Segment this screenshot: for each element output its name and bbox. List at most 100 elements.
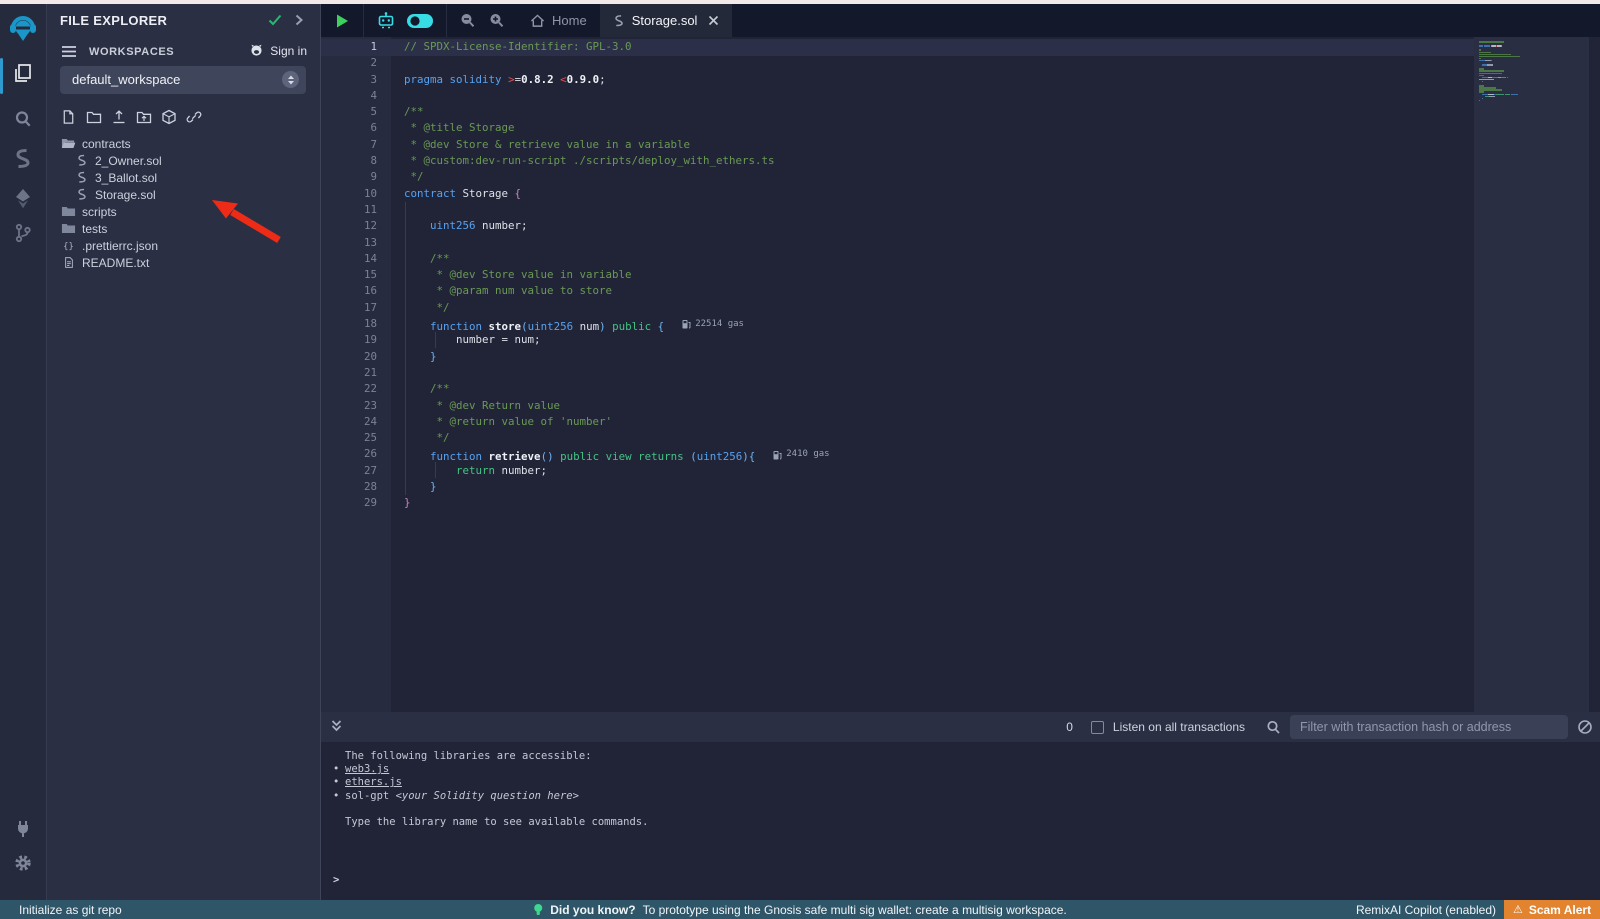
listen-checkbox[interactable] xyxy=(1091,721,1104,734)
code-line[interactable]: * @custom:dev-run-script ./scripts/deplo… xyxy=(404,153,830,169)
search-icon xyxy=(13,109,33,129)
code-line[interactable]: /** xyxy=(404,381,830,397)
ai-robot-icon[interactable] xyxy=(376,11,396,31)
code-line[interactable]: * @return value of 'number' xyxy=(404,414,830,430)
lightbulb-icon xyxy=(533,903,543,917)
code-line[interactable]: contract Storage { xyxy=(404,186,830,202)
code-line[interactable]: function store(uint256 num) public {2251… xyxy=(404,316,830,332)
upload-folder-icon[interactable] xyxy=(135,108,152,125)
editor-tab-bar: Home Storage.sol xyxy=(321,4,1600,37)
code-line[interactable]: } xyxy=(404,479,830,495)
collapse-terminal-icon[interactable] xyxy=(330,719,343,733)
sidebar-item-settings[interactable] xyxy=(0,846,46,880)
tree-item-storage-sol[interactable]: Storage.sol xyxy=(47,186,320,203)
workspace-name: default_workspace xyxy=(72,72,180,87)
terminal-link[interactable]: web3.js xyxy=(345,763,389,775)
tree-item--prettierrc-json[interactable]: {}.prettierrc.json xyxy=(47,237,320,254)
clear-filter-icon[interactable] xyxy=(1577,719,1593,735)
minimap-line xyxy=(1479,45,1501,47)
hamburger-menu-icon[interactable] xyxy=(61,45,77,58)
scam-alert-button[interactable]: ⚠ Scam Alert xyxy=(1504,900,1600,919)
code-line[interactable] xyxy=(404,55,830,71)
zoom-out-icon[interactable] xyxy=(459,12,476,29)
workspaces-label: WORKSPACES xyxy=(89,46,174,58)
terminal[interactable]: The following libraries are accessible:•… xyxy=(321,742,1600,900)
close-tab-icon[interactable] xyxy=(708,15,719,26)
tab-label: Home xyxy=(552,13,587,28)
sidebar-item-file-explorer[interactable] xyxy=(0,56,46,90)
copilot-status[interactable]: RemixAI Copilot (enabled) xyxy=(1356,903,1496,917)
code-line[interactable]: * @dev Return value xyxy=(404,398,830,414)
terminal-line: •web3.js xyxy=(333,763,648,776)
code-line[interactable]: } xyxy=(404,349,830,365)
code-editor[interactable]: 1234567891011121314151617181920212223242… xyxy=(321,37,1600,712)
tree-item-readme-txt[interactable]: README.txt xyxy=(47,254,320,271)
sidebar-item-git[interactable] xyxy=(0,216,46,250)
upload-file-icon[interactable] xyxy=(110,108,127,125)
remix-logo[interactable] xyxy=(0,8,46,48)
sidebar-item-solidity-compiler[interactable] xyxy=(0,142,46,176)
new-folder-icon[interactable] xyxy=(85,108,102,125)
code-line[interactable] xyxy=(404,202,830,218)
code-line[interactable]: * @dev Store & retrieve value in a varia… xyxy=(404,137,830,153)
code-line[interactable]: pragma solidity >=0.8.2 <0.9.0; xyxy=(404,72,830,88)
sidebar-item-search[interactable] xyxy=(0,102,46,136)
check-icon xyxy=(268,14,282,26)
code-line[interactable]: } xyxy=(404,495,830,511)
tree-item-contracts[interactable]: contracts xyxy=(47,135,320,152)
workspace-select[interactable]: default_workspace xyxy=(60,66,306,94)
code-line[interactable]: * @title Storage xyxy=(404,120,830,136)
tree-item-3-ballot-sol[interactable]: 3_Ballot.sol xyxy=(47,169,320,186)
terminal-search-icon[interactable] xyxy=(1266,720,1281,735)
code-line[interactable] xyxy=(404,365,830,381)
git-init-button[interactable]: Initialize as git repo xyxy=(19,903,122,917)
sign-in-button[interactable]: Sign in xyxy=(249,43,307,58)
minimap[interactable] xyxy=(1474,37,1589,712)
terminal-line: •ethers.js xyxy=(333,776,648,789)
code-line[interactable]: number = num; xyxy=(404,332,830,348)
code-line[interactable] xyxy=(404,235,830,251)
box-icon[interactable] xyxy=(160,108,177,125)
code-area[interactable]: // SPDX-License-Identifier: GPL-3.0 pragm… xyxy=(391,39,830,512)
code-line[interactable]: */ xyxy=(404,300,830,316)
code-line[interactable]: /** xyxy=(404,104,830,120)
gas-estimate-badge: 2410 gas xyxy=(773,446,829,462)
tree-item-label: tests xyxy=(82,222,107,236)
code-line[interactable]: /** xyxy=(404,251,830,267)
sidebar-item-deploy-and-run[interactable] xyxy=(0,182,46,216)
minimap-line xyxy=(1479,100,1480,102)
code-line[interactable]: return number; xyxy=(404,463,830,479)
terminal-header: 0 Listen on all transactions xyxy=(321,712,1600,742)
listen-label[interactable]: Listen on all transactions xyxy=(1113,720,1245,734)
code-line[interactable]: uint256 number; xyxy=(404,218,830,234)
code-line[interactable]: * @param num value to store xyxy=(404,283,830,299)
code-line[interactable]: */ xyxy=(404,430,830,446)
terminal-prompt[interactable]: > xyxy=(333,874,339,886)
link-icon[interactable] xyxy=(185,108,202,125)
solidity-file-icon xyxy=(74,171,89,184)
github-icon xyxy=(249,43,264,58)
sidebar-item-plugin-manager[interactable] xyxy=(0,812,46,846)
chevron-right-icon[interactable] xyxy=(294,14,304,26)
transaction-filter-input[interactable] xyxy=(1290,715,1568,739)
code-line[interactable] xyxy=(404,88,830,104)
new-file-icon[interactable] xyxy=(60,108,77,125)
ai-copilot-group xyxy=(363,4,447,37)
tree-item-scripts[interactable]: scripts xyxy=(47,203,320,220)
workspace-select-toggle-icon[interactable] xyxy=(282,71,299,88)
run-script-button[interactable] xyxy=(321,4,363,37)
folder-open-icon xyxy=(61,136,76,151)
code-line[interactable]: // SPDX-License-Identifier: GPL-3.0 xyxy=(404,39,830,55)
code-line[interactable]: */ xyxy=(404,169,830,185)
tab-storage-sol[interactable]: Storage.sol xyxy=(600,4,733,37)
tree-item-2-owner-sol[interactable]: 2_Owner.sol xyxy=(47,152,320,169)
file-explorer-icon xyxy=(12,62,34,84)
code-line[interactable]: * @dev Store value in variable xyxy=(404,267,830,283)
terminal-line: •sol-gpt <your Solidity question here> xyxy=(333,790,648,803)
ai-copilot-toggle[interactable] xyxy=(406,13,434,29)
zoom-in-icon[interactable] xyxy=(488,12,505,29)
tree-item-tests[interactable]: tests xyxy=(47,220,320,237)
terminal-link[interactable]: ethers.js xyxy=(345,776,402,788)
code-line[interactable]: function retrieve() public view returns … xyxy=(404,446,830,462)
tab-home[interactable]: Home xyxy=(517,4,600,37)
